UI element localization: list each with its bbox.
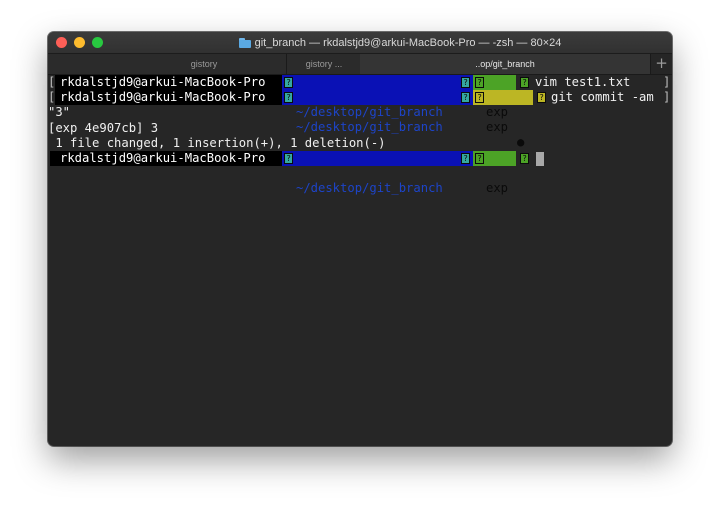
command-text: git commit -am <box>551 90 654 104</box>
git-branch-icon: ? <box>475 76 484 88</box>
prompt-user-host: rkdalstjd9@arkui-MacBook-Pro <box>55 75 290 90</box>
git-branch-icon: ? <box>475 91 484 103</box>
zoom-window-button[interactable] <box>92 37 103 48</box>
prompt-path-segment: ? ~/desktop/git_branch <box>282 151 459 195</box>
dirty-marker-icon: ● <box>517 135 525 149</box>
prompt-path-segment: ? ~/desktop/git_branch <box>282 75 459 119</box>
prompt-user-host: rkdalstjd9@arkui-MacBook-Pro <box>55 90 290 105</box>
tab-gistory-second[interactable]: gistory ... <box>286 54 362 74</box>
terminal-line: [ rkdalstjd9@arkui-MacBook-Pro ? ~/deskt… <box>48 75 672 119</box>
prompt-path-segment: ? ~/desktop/git_branch <box>282 90 459 134</box>
terminal-cursor[interactable] <box>536 152 544 166</box>
output-line: 1 file changed, 1 insertion(+), 1 deleti… <box>48 136 386 150</box>
right-bracket: ] <box>663 75 671 89</box>
title-bar[interactable]: git_branch — rkdalstjd9@arkui-MacBook-Pr… <box>48 32 672 54</box>
prompt-arrow-icon: ? <box>520 76 529 88</box>
branch-glyph-icon: ? <box>461 152 470 164</box>
prompt-path: ~/desktop/git_branch <box>296 181 443 195</box>
folder-icon <box>238 37 251 48</box>
command-text: vim test1.txt <box>535 75 631 89</box>
prompt-branch: exp <box>486 181 509 195</box>
prompt-branch-segment: ? exp <box>473 75 516 119</box>
terminal-line: [ rkdalstjd9@arkui-MacBook-Pro ? ~/deskt… <box>48 90 672 149</box>
minimize-window-button[interactable] <box>74 37 85 48</box>
path-segment-end: ? <box>459 151 473 166</box>
new-tab-button[interactable]: + <box>651 54 672 74</box>
prompt-branch-segment-dirty: ? exp ● <box>473 90 533 149</box>
git-branch-icon: ? <box>475 152 484 164</box>
lock-glyph-icon: ? <box>284 152 293 164</box>
prompt-user-host: rkdalstjd9@arkui-MacBook-Pro <box>50 151 295 166</box>
right-bracket: ] <box>663 90 671 104</box>
lock-glyph-icon: ? <box>284 91 293 103</box>
terminal-window: git_branch — rkdalstjd9@arkui-MacBook-Pr… <box>48 32 672 446</box>
prompt-arrow-icon: ? <box>537 91 546 103</box>
tab-bar: gistory gistory ... ..op/git_branch + <box>48 54 672 75</box>
branch-glyph-icon: ? <box>461 76 470 88</box>
close-window-button[interactable] <box>56 37 67 48</box>
lock-glyph-icon: ? <box>284 76 293 88</box>
prompt-end-segment: ? <box>520 151 579 166</box>
window-title-text: git_branch — rkdalstjd9@arkui-MacBook-Pr… <box>254 36 562 49</box>
output-line: [exp 4e907cb] 3 <box>48 121 159 135</box>
branch-glyph-icon: ? <box>461 91 470 103</box>
terminal-content[interactable]: [ rkdalstjd9@arkui-MacBook-Pro ? ~/deskt… <box>48 75 672 446</box>
path-segment-end: ? <box>459 75 473 90</box>
prompt-arrow-icon: ? <box>520 152 529 164</box>
prompt-path: ~/desktop/git_branch <box>296 120 443 134</box>
prompt-branch: exp <box>486 120 509 134</box>
tab-git-branch[interactable]: ..op/git_branch <box>360 54 651 74</box>
output-line: "3" <box>48 105 71 119</box>
terminal-line-current: rkdalstjd9@arkui-MacBook-Pro ? ~/desktop… <box>48 151 672 195</box>
path-segment-end: ? <box>459 90 473 105</box>
prompt-branch-segment: ? exp <box>473 151 516 195</box>
window-title: git_branch — rkdalstjd9@arkui-MacBook-Pr… <box>168 32 632 53</box>
